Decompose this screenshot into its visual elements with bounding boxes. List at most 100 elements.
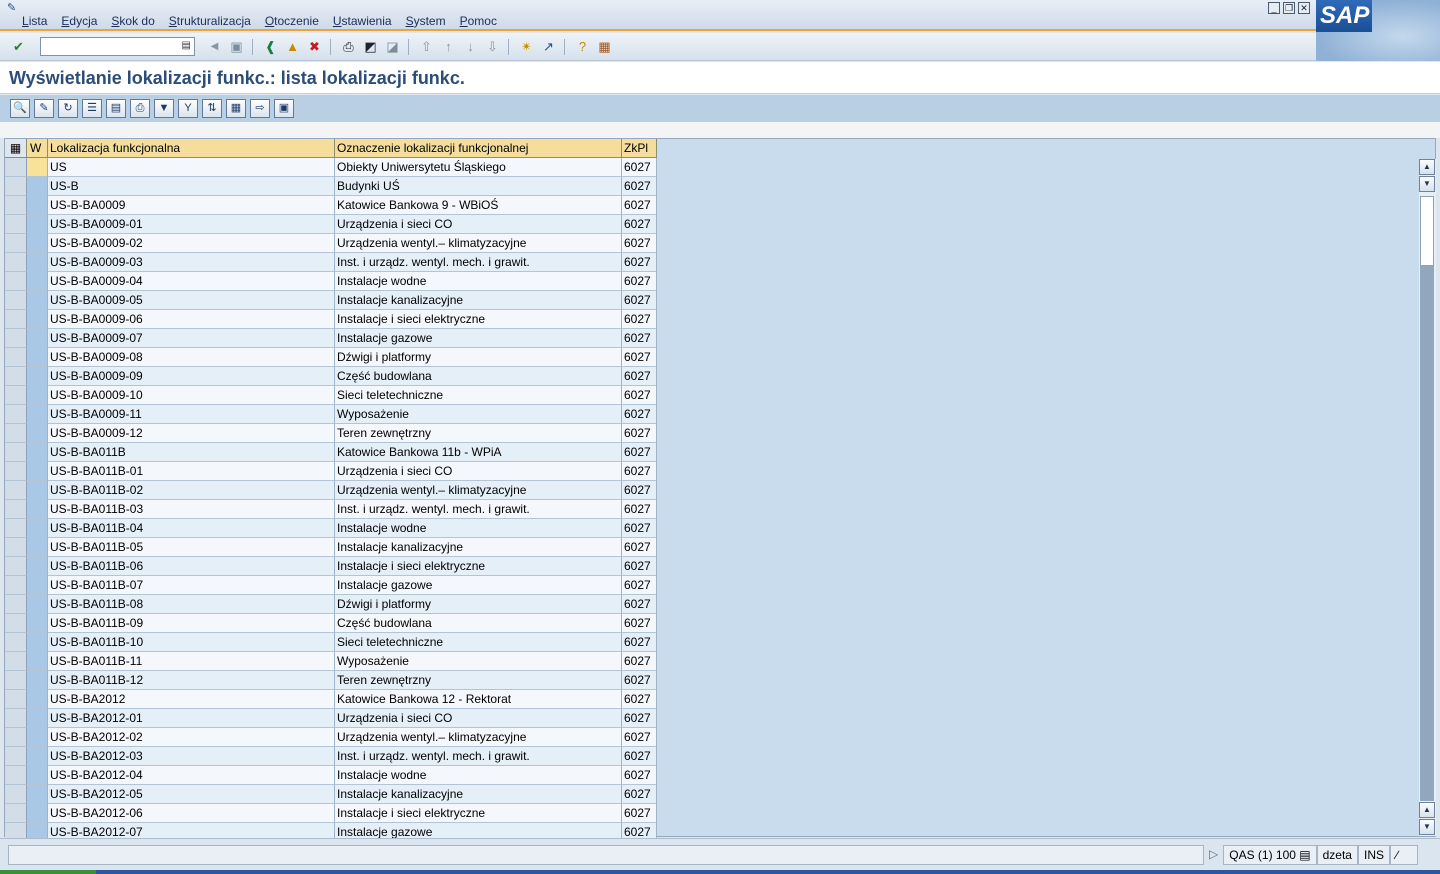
cell-location[interactable]: US-B-BA2012 [48,690,335,709]
cell-location[interactable]: US-B-BA011B-06 [48,557,335,576]
cell-w[interactable] [27,310,48,329]
table-row[interactable]: US-B-BA0009 Katowice Bankowa 9 - WBiOŚ 602… [5,196,657,215]
header-zkpl[interactable]: ZkPl [622,139,657,158]
vertical-scrollbar[interactable]: ▲ ▼ ▲ ▼ [1419,159,1436,836]
cell-zkpl[interactable]: 6027 [622,671,657,690]
cell-location[interactable]: US-B-BA0009-09 [48,367,335,386]
cell-w[interactable] [27,443,48,462]
table-row[interactable]: US-B-BA011B-12 Teren zewnętrzny 6027 [5,671,657,690]
cell-description[interactable]: Teren zewnętrzny [335,671,622,690]
cell-zkpl[interactable]: 6027 [622,158,657,177]
row-selector[interactable] [5,443,27,462]
exit-icon[interactable]: ▲ [284,38,301,55]
cell-location[interactable]: US-B-BA2012-02 [48,728,335,747]
cell-w[interactable] [27,367,48,386]
table-row[interactable]: US-B-BA011B-10 Sieci teletechniczne 6027 [5,633,657,652]
cell-zkpl[interactable]: 6027 [622,538,657,557]
cell-location[interactable]: US-B-BA011B-10 [48,633,335,652]
cell-location[interactable]: US-B-BA0009-05 [48,291,335,310]
cell-description[interactable]: Instalacje gazowe [335,329,622,348]
cell-description[interactable]: Urządzenia wentyl.– klimatyzacyjne [335,728,622,747]
cell-zkpl[interactable]: 6027 [622,595,657,614]
cell-zkpl[interactable]: 6027 [622,652,657,671]
layout-menu-icon[interactable]: ▦ [596,38,613,55]
row-selector[interactable] [5,500,27,519]
row-selector[interactable] [5,272,27,291]
cell-zkpl[interactable]: 6027 [622,747,657,766]
cell-w[interactable] [27,424,48,443]
cell-zkpl[interactable]: 6027 [622,234,657,253]
status-expand-icon[interactable]: ▷ [1204,845,1223,865]
cell-location[interactable]: US-B-BA2012-01 [48,709,335,728]
row-selector[interactable] [5,538,27,557]
cell-description[interactable]: Teren zewnętrzny [335,424,622,443]
row-selector[interactable] [5,671,27,690]
resize-grip-icon[interactable]: ∕ [1390,845,1418,865]
cell-zkpl[interactable]: 6027 [622,443,657,462]
row-selector[interactable] [5,481,27,500]
cell-description[interactable]: Instalacje kanalizacyjne [335,785,622,804]
cell-zkpl[interactable]: 6027 [622,272,657,291]
change-icon[interactable]: ✎ [34,99,54,118]
cell-zkpl[interactable]: 6027 [622,785,657,804]
cell-location[interactable]: US-B-BA011B-07 [48,576,335,595]
table-row[interactable]: US-B-BA011B-01 Urządzenia i sieci CO 6027 [5,462,657,481]
cell-description[interactable]: Urządzenia i sieci CO [335,709,622,728]
new-session-icon[interactable]: ✴ [518,38,535,55]
find-icon[interactable]: ◩ [362,38,379,55]
row-selector[interactable] [5,234,27,253]
cell-zkpl[interactable]: 6027 [622,405,657,424]
cell-description[interactable]: Instalacje kanalizacyjne [335,291,622,310]
cell-w[interactable] [27,234,48,253]
table-row[interactable]: US-B-BA011B-05 Instalacje kanalizacyjne 60… [5,538,657,557]
cell-zkpl[interactable]: 6027 [622,215,657,234]
back-icon[interactable]: ❰ [262,38,279,55]
row-selector[interactable] [5,519,27,538]
last-page-icon[interactable]: ⇩ [484,38,501,55]
menu-edycja[interactable]: Edycja [61,14,97,28]
cell-location[interactable]: US-B-BA2012-06 [48,804,335,823]
cell-zkpl[interactable]: 6027 [622,804,657,823]
cell-location[interactable]: US-B-BA011B-02 [48,481,335,500]
cell-w[interactable] [27,253,48,272]
table-row[interactable]: US-B-BA0009-05 Instalacje kanalizacyjne 60… [5,291,657,310]
row-selector[interactable] [5,766,27,785]
cell-w[interactable] [27,690,48,709]
cell-w[interactable] [27,557,48,576]
cell-location[interactable]: US-B-BA0009-04 [48,272,335,291]
row-selector[interactable] [5,177,27,196]
cell-w[interactable] [27,709,48,728]
scroll-up-icon[interactable]: ▲ [1419,159,1435,175]
cell-w[interactable] [27,386,48,405]
cell-description[interactable]: Instalacje wodne [335,766,622,785]
table-row[interactable]: US-B-BA2012-03 Inst. i urządz. wentyl. me… [5,747,657,766]
scroll-track[interactable] [1420,266,1434,801]
cell-zkpl[interactable]: 6027 [622,500,657,519]
set-filter-icon[interactable]: Y [178,99,198,118]
table-row[interactable]: US-B-BA0009-01 Urządzenia i sieci CO 6027 [5,215,657,234]
cell-description[interactable]: Obiekty Uniwersytetu Śląskiego [335,158,622,177]
close-window-button[interactable]: ✕ [1298,2,1310,14]
system-list-icon[interactable]: ▤ [1299,848,1310,862]
status-mode[interactable]: INS [1357,845,1390,865]
table-row[interactable]: US-B-BA0009-07 Instalacje gazowe 6027 [5,329,657,348]
command-input[interactable] [41,38,179,55]
row-selector[interactable] [5,709,27,728]
row-selector[interactable] [5,215,27,234]
cell-location[interactable]: US [48,158,335,177]
cell-w[interactable] [27,481,48,500]
cell-description[interactable]: Instalacje kanalizacyjne [335,538,622,557]
save-icon[interactable]: ▣ [228,38,245,55]
menu-ustawienia[interactable]: Ustawienia [333,14,392,28]
table-row[interactable]: US-B-BA2012-02 Urządzenia wentyl.– klimat… [5,728,657,747]
cell-w[interactable] [27,519,48,538]
cell-w[interactable] [27,196,48,215]
calculate-icon[interactable]: ▦ [226,99,246,118]
cell-description[interactable]: Urządzenia wentyl.– klimatyzacyjne [335,481,622,500]
row-selector[interactable] [5,386,27,405]
cell-location[interactable]: US-B-BA0009-01 [48,215,335,234]
cell-location[interactable]: US-B-BA0009-07 [48,329,335,348]
cell-w[interactable] [27,462,48,481]
cell-description[interactable]: Katowice Bankowa 12 - Rektorat [335,690,622,709]
print-list-icon[interactable]: ⎙ [130,99,150,118]
